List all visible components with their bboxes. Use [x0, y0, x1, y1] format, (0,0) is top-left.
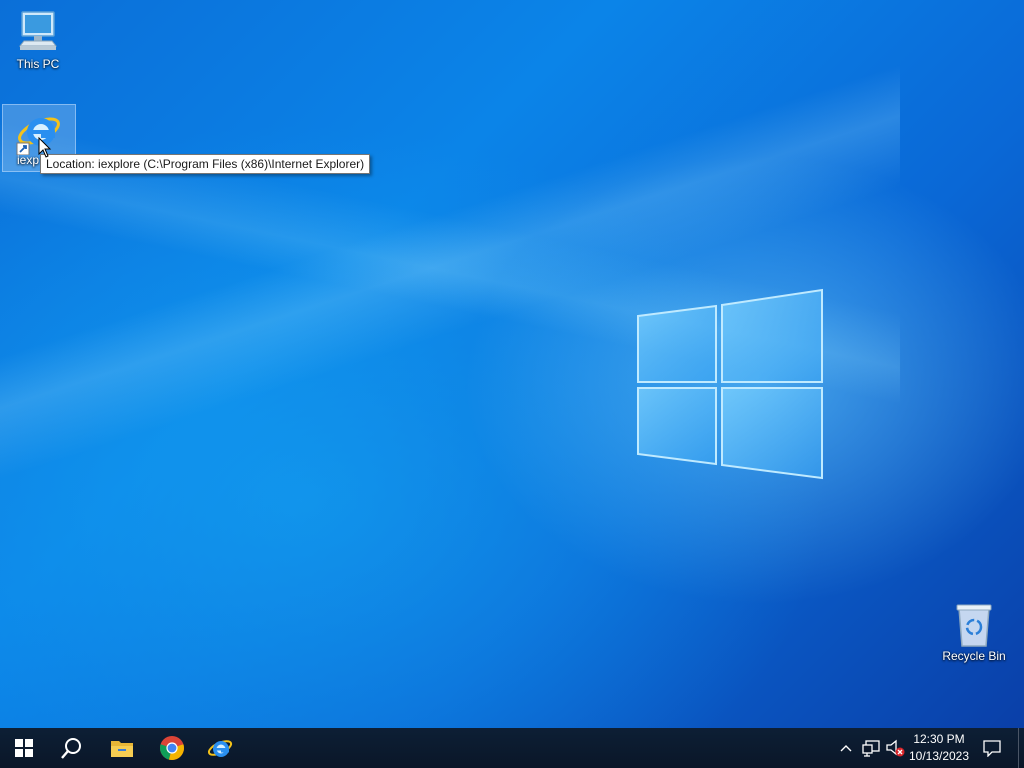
- desktop-icon-label: This PC: [16, 57, 60, 71]
- volume-muted-icon[interactable]: [885, 738, 905, 758]
- system-clock[interactable]: 12:30 PM 10/13/2023: [906, 731, 972, 767]
- internet-explorer-taskbar-button[interactable]: [196, 728, 244, 768]
- network-icon[interactable]: [862, 738, 880, 758]
- file-explorer-button[interactable]: [98, 728, 146, 768]
- notification-icon: [983, 740, 1001, 757]
- windows-logo-wallpaper: [637, 288, 823, 480]
- start-button[interactable]: [0, 728, 48, 768]
- chevron-up-icon[interactable]: [838, 738, 854, 758]
- chrome-button[interactable]: [148, 728, 196, 768]
- internet-explorer-icon: [207, 740, 233, 757]
- show-desktop-button[interactable]: [1018, 728, 1024, 768]
- file-explorer-icon: [111, 741, 133, 757]
- windows-start-icon: [15, 739, 33, 757]
- search-button[interactable]: [48, 728, 96, 768]
- taskbar: 12:30 PM 10/13/2023: [0, 728, 1024, 768]
- recycle-bin-icon: [956, 604, 992, 647]
- desktop[interactable]: This PC iexp Recycle Bin Location: iexpl…: [0, 0, 1024, 728]
- chrome-icon: [160, 736, 184, 760]
- desktop-icon-this-pc[interactable]: This PC: [2, 8, 74, 71]
- search-icon: [61, 738, 81, 759]
- clock-date: 10/13/2023: [908, 749, 970, 763]
- mouse-cursor-icon: [38, 137, 52, 158]
- location-tooltip: Location: iexplore (C:\Program Files (x8…: [40, 154, 371, 174]
- desktop-icon-label: Recycle Bin: [942, 649, 1006, 663]
- desktop-icon-recycle-bin[interactable]: Recycle Bin: [938, 600, 1010, 663]
- action-center-button[interactable]: [976, 728, 1008, 768]
- computer-icon: [18, 11, 58, 50]
- clock-time: 12:30 PM: [913, 732, 965, 746]
